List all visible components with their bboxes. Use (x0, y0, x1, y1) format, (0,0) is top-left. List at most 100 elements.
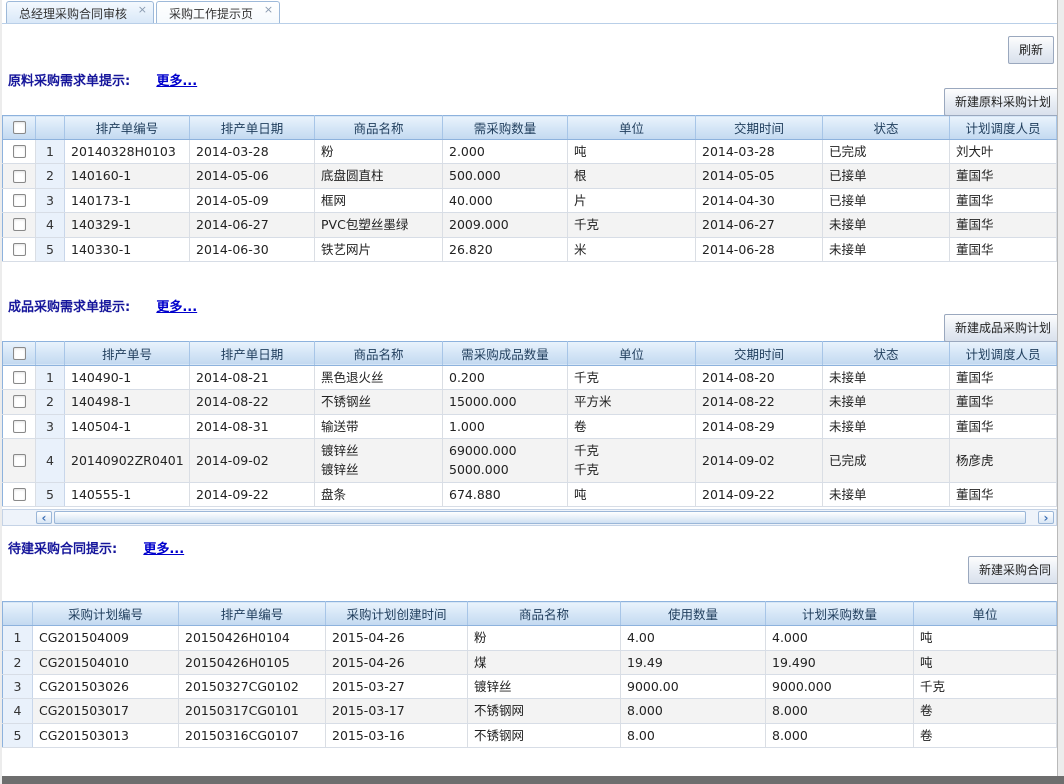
column-header: 计划采购数量 (766, 602, 914, 626)
table-row[interactable]: 3140504-12014-08-31输送带1.000卷2014-08-29未接… (3, 414, 1057, 438)
row-number: 3 (36, 188, 65, 212)
tab-procurement-worklist[interactable]: 采购工作提示页 × (156, 1, 280, 23)
table-cell: 20140902ZR0401 (65, 439, 190, 483)
column-header: 排产单编号 (65, 116, 190, 140)
table-cell: 千克 千克 (568, 439, 696, 483)
select-all-checkbox[interactable] (13, 121, 26, 134)
tab-close-icon[interactable]: × (138, 4, 147, 15)
finished-goods-button-row: 新建成品采购计划 (2, 314, 1062, 339)
table-cell: 粉 (468, 626, 621, 650)
table-cell: 8.000 (621, 699, 766, 723)
table-cell: 根 (568, 164, 696, 188)
table-row[interactable]: 1140490-12014-08-21黑色退火丝0.200千克2014-08-2… (3, 365, 1057, 389)
table-header-row: 排产单号 排产单日期 商品名称 需采购成品数量 单位 交期时间 状态 计划调度人… (3, 341, 1057, 365)
table-cell: 0.200 (443, 365, 568, 389)
table-cell: 2015-04-26 (326, 626, 468, 650)
tab-close-icon[interactable]: × (264, 4, 273, 15)
table-cell: 未接单 (823, 482, 950, 506)
table-row[interactable]: 2140498-12014-08-22不锈钢丝15000.000平方米2014-… (3, 390, 1057, 414)
row-checkbox[interactable] (13, 420, 26, 433)
column-header: 单位 (568, 341, 696, 365)
row-number: 2 (36, 390, 65, 414)
table-cell: 卷 (914, 723, 1057, 747)
column-header: 状态 (823, 341, 950, 365)
table-row[interactable]: 420140902ZR04012014-09-02镀锌丝 镀锌丝69000.00… (3, 439, 1057, 483)
row-checkbox[interactable] (13, 454, 26, 467)
table-cell: 董国华 (950, 237, 1057, 261)
row-checkbox[interactable] (13, 488, 26, 501)
table-cell: 吨 (568, 482, 696, 506)
table-cell: CG201504010 (33, 650, 179, 674)
row-checkbox[interactable] (13, 145, 26, 158)
table-cell: 铁艺网片 (315, 237, 443, 261)
horizontal-scrollbar[interactable]: ‹ › (2, 509, 1057, 526)
table-cell: 卷 (914, 699, 1057, 723)
table-cell: 片 (568, 188, 696, 212)
table-cell: PVC包塑丝墨绿 (315, 213, 443, 237)
row-number: 2 (3, 650, 33, 674)
select-all-checkbox[interactable] (13, 347, 26, 360)
table-cell: 底盘圆直柱 (315, 164, 443, 188)
table-cell: CG201503013 (33, 723, 179, 747)
row-checkbox[interactable] (13, 395, 26, 408)
table-cell: 千克 (568, 365, 696, 389)
row-checkbox-cell (3, 365, 36, 389)
table-cell: 40.000 (443, 188, 568, 212)
row-number: 1 (3, 626, 33, 650)
table-row[interactable]: 120140328H01032014-03-28粉2.000吨2014-03-2… (3, 140, 1057, 164)
table-row[interactable]: 1CG20150400920150426H01042015-04-26粉4.00… (3, 626, 1057, 650)
finished-goods-more-link[interactable]: 更多... (156, 300, 197, 315)
table-cell: 20150317CG0101 (179, 699, 326, 723)
row-checkbox-cell (3, 414, 36, 438)
column-header: 排产单号 (65, 341, 190, 365)
table-cell: 董国华 (950, 164, 1057, 188)
row-checkbox[interactable] (13, 218, 26, 231)
table-cell: 2014-08-21 (190, 365, 315, 389)
table-cell: 2014-06-27 (696, 213, 823, 237)
tab-general-manager-contract-review[interactable]: 总经理采购合同审核 × (6, 1, 154, 23)
new-finished-goods-plan-button[interactable]: 新建成品采购计划 (944, 314, 1062, 342)
table-row[interactable]: 2140160-12014-05-06底盘圆直柱500.000根2014-05-… (3, 164, 1057, 188)
raw-material-more-link[interactable]: 更多... (156, 74, 197, 89)
table-row[interactable]: 4140329-12014-06-27PVC包塑丝墨绿2009.000千克201… (3, 213, 1057, 237)
row-checkbox[interactable] (13, 371, 26, 384)
table-cell: 董国华 (950, 213, 1057, 237)
refresh-button[interactable]: 刷新 (1008, 36, 1054, 64)
table-row[interactable]: 4CG20150301720150317CG01012015-03-17不锈钢网… (3, 699, 1057, 723)
table-cell: 平方米 (568, 390, 696, 414)
table-cell: 刘大叶 (950, 140, 1057, 164)
table-row[interactable]: 5140330-12014-06-30铁艺网片26.820米2014-06-28… (3, 237, 1057, 261)
table-cell: 2014-08-29 (696, 414, 823, 438)
column-header: 商品名称 (315, 116, 443, 140)
row-checkbox[interactable] (13, 194, 26, 207)
table-cell: 吨 (914, 650, 1057, 674)
table-cell: 20150426H0105 (179, 650, 326, 674)
table-header-row: 采购计划编号 排产单编号 采购计划创建时间 商品名称 使用数量 计划采购数量 单… (3, 602, 1057, 626)
table-row[interactable]: 3140173-12014-05-09框网40.000片2014-04-30已接… (3, 188, 1057, 212)
table-cell: 4.00 (621, 626, 766, 650)
column-header: 单位 (914, 602, 1057, 626)
new-purchase-contract-button[interactable]: 新建采购合同 (968, 556, 1062, 584)
row-checkbox[interactable] (13, 170, 26, 183)
row-number-header (36, 116, 65, 140)
table-cell: 2009.000 (443, 213, 568, 237)
table-cell: 140329-1 (65, 213, 190, 237)
row-checkbox[interactable] (13, 243, 26, 256)
table-row[interactable]: 5CG20150301320150316CG01072015-03-16不锈钢网… (3, 723, 1057, 747)
scrollbar-thumb[interactable] (54, 511, 1026, 524)
contract-more-link[interactable]: 更多... (143, 542, 184, 557)
table-row[interactable]: 3CG20150302620150327CG01022015-03-27镀锌丝9… (3, 674, 1057, 698)
contract-section-title: 待建采购合同提示: (8, 542, 117, 557)
table-cell: 董国华 (950, 482, 1057, 506)
scroll-right-arrow-icon[interactable]: › (1038, 511, 1054, 524)
table-cell: 2014-08-22 (190, 390, 315, 414)
table-row[interactable]: 2CG20150401020150426H01052015-04-26煤19.4… (3, 650, 1057, 674)
table-cell: 19.49 (621, 650, 766, 674)
row-checkbox-cell (3, 237, 36, 261)
table-row[interactable]: 5140555-12014-09-22盘条674.880吨2014-09-22未… (3, 482, 1057, 506)
new-raw-material-plan-button[interactable]: 新建原料采购计划 (944, 88, 1062, 116)
scroll-left-arrow-icon[interactable]: ‹ (36, 511, 52, 524)
table-cell: 框网 (315, 188, 443, 212)
finished-goods-section-title: 成品采购需求单提示: (8, 300, 130, 315)
column-header: 使用数量 (621, 602, 766, 626)
